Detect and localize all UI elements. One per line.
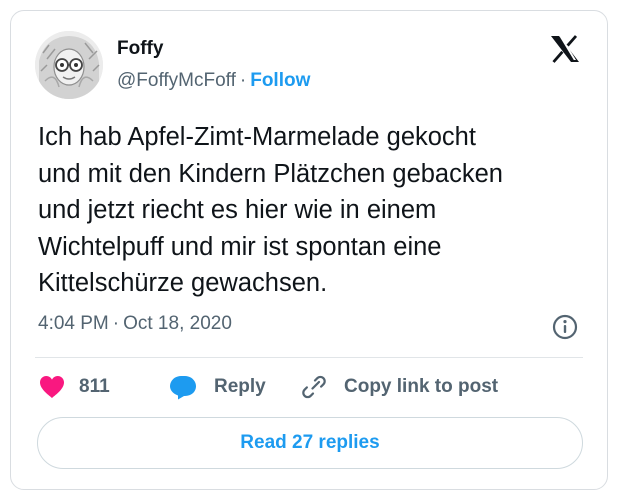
timestamp-separator: · (112, 313, 120, 334)
author-handle[interactable]: @FoffyMcFoff (117, 70, 236, 91)
info-icon[interactable] (551, 313, 579, 341)
like-button[interactable]: 811 (39, 372, 110, 402)
author-display-name[interactable]: Foffy (117, 38, 163, 60)
tweet-date: Oct 18, 2020 (123, 313, 232, 334)
author-handle-row: @FoffyMcFoff · Follow (117, 70, 310, 92)
avatar-photo (35, 31, 103, 99)
reply-button[interactable]: Reply (169, 372, 266, 402)
avatar[interactable] (35, 31, 103, 99)
speech-bubble-icon (170, 376, 196, 400)
tweet-time: 4:04 PM (38, 313, 109, 334)
copy-link-button[interactable]: Copy link to post (301, 372, 498, 402)
like-count: 811 (79, 376, 110, 397)
read-replies-label: Read 27 replies (240, 432, 380, 453)
x-logo-icon[interactable] (549, 33, 581, 65)
tweet-text: Ich hab Apfel-Zimt-Marmelade gekocht und… (38, 123, 503, 297)
heart-icon (40, 376, 64, 398)
tweet-timestamp[interactable]: 4:04 PM · Oct 18, 2020 (38, 313, 232, 335)
copy-link-label: Copy link to post (344, 376, 499, 397)
follow-link[interactable]: Follow (250, 70, 310, 91)
divider (35, 357, 583, 358)
link-icon (302, 375, 326, 399)
reply-label: Reply (214, 376, 266, 397)
read-replies-button[interactable]: Read 27 replies (37, 417, 583, 469)
tweet-card: Foffy @FoffyMcFoff · Follow Ich hab Apfel-… (10, 10, 608, 490)
handle-separator: · (239, 70, 247, 91)
